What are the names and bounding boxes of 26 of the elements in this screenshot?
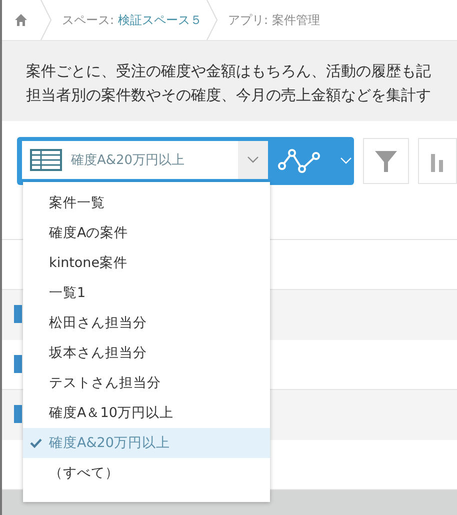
view-menu-item[interactable]: （すべて） (23, 458, 270, 488)
view-menu-item[interactable]: 一覧1 (23, 278, 270, 308)
chevron-icon (247, 156, 259, 164)
view-menu-item[interactable]: 確度Aの案件 (23, 218, 270, 248)
row-marker (14, 305, 22, 323)
view-menu-item[interactable]: kintone案件 (23, 248, 270, 278)
chart-button[interactable] (418, 138, 457, 184)
view-menu-item[interactable]: 坂本さん担当分 (23, 338, 270, 368)
space-link[interactable]: 検証スペース５ (118, 12, 202, 28)
view-menu-item[interactable]: テストさん担当分 (23, 368, 270, 398)
check-icon (30, 438, 42, 448)
line-graph-icon (278, 148, 322, 174)
table-icon (30, 149, 62, 171)
filter-button[interactable] (363, 138, 409, 184)
filter-icon (374, 149, 398, 173)
description-text: 案件ごとに、受注の確度や金額はもちろん、活動の履歴も記 (26, 61, 432, 82)
chevron-icon (340, 157, 352, 165)
view-menu-item[interactable]: 案件一覧 (23, 188, 270, 218)
home-icon (14, 13, 28, 27)
row-marker (14, 405, 22, 423)
description-text: 担当者別の案件数やその確度、今月の売上金額などを集計す (26, 85, 432, 106)
view-select[interactable]: 確度A&20万円以上 (22, 141, 268, 179)
view-menu-item[interactable]: 松田さん担当分 (23, 308, 270, 338)
row-marker (14, 355, 22, 373)
app-crumb: アプリ: 案件管理 (228, 12, 320, 28)
space-label: スペース: (62, 12, 114, 28)
